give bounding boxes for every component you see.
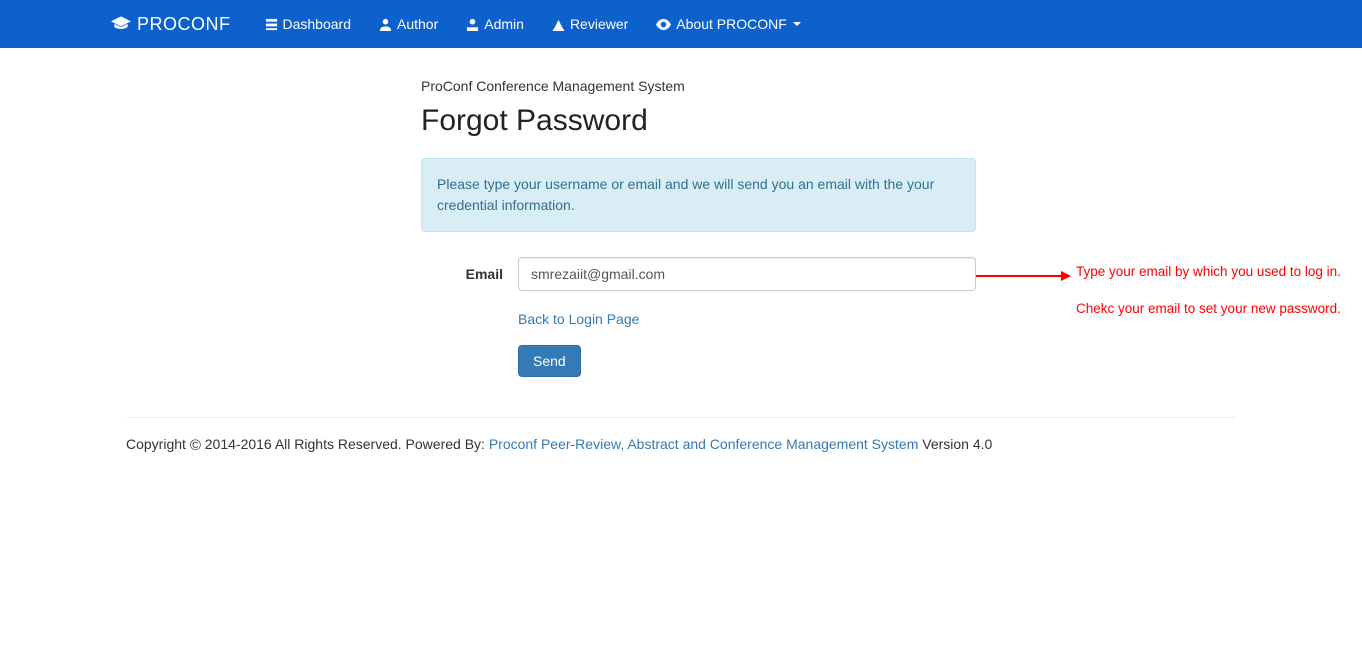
annotation-line-2: Chekc your email to set your new passwor… — [1076, 301, 1341, 316]
nav-label: Dashboard — [283, 16, 352, 32]
email-label: Email — [436, 266, 518, 282]
system-name: ProConf Conference Management System — [421, 78, 976, 94]
nav-item-admin[interactable]: Admin — [452, 0, 538, 48]
nav-item-about[interactable]: About PROCONF — [642, 0, 814, 48]
footer-prefix: Copyright — [126, 436, 190, 452]
page-title: Forgot Password — [421, 104, 976, 138]
nav-item-dashboard[interactable]: Dashboard — [251, 0, 366, 48]
footer-divider — [126, 417, 1236, 418]
nav-label: Admin — [484, 16, 524, 32]
dashboard-icon — [265, 18, 278, 31]
send-button[interactable]: Send — [518, 345, 581, 377]
email-input[interactable] — [518, 257, 976, 291]
footer-suffix: Version 4.0 — [918, 436, 992, 452]
info-alert: Please type your username or email and w… — [421, 158, 976, 232]
navbar: PROCONF Dashboard Author Admin — [0, 0, 1362, 48]
eye-icon — [656, 18, 671, 31]
back-to-login-link[interactable]: Back to Login Page — [518, 311, 639, 327]
brand-text: PROCONF — [137, 14, 231, 35]
brand-link[interactable]: PROCONF — [111, 14, 231, 35]
footer-years: 2014-2016 All Rights Reserved. Powered B… — [201, 436, 489, 452]
admin-icon — [466, 18, 479, 31]
main-container: ProConf Conference Management System For… — [111, 78, 1251, 454]
user-icon — [379, 18, 392, 31]
graduation-cap-icon — [111, 14, 131, 35]
nav-item-reviewer[interactable]: Reviewer — [538, 0, 642, 48]
nav-label: About PROCONF — [676, 16, 786, 32]
footer-link[interactable]: Proconf Peer-Review, Abstract and Confer… — [489, 436, 919, 452]
reviewer-icon — [552, 18, 565, 31]
nav-label: Author — [397, 16, 438, 32]
annotation-group: Type your email by which you used to log… — [1076, 264, 1341, 338]
nav-item-author[interactable]: Author — [365, 0, 452, 48]
chevron-down-icon — [793, 22, 801, 26]
nav-list: Dashboard Author Admin Reviewer — [251, 0, 815, 48]
arrow-icon — [976, 270, 1071, 285]
footer: Copyright © 2014-2016 All Rights Reserve… — [126, 436, 1236, 454]
nav-label: Reviewer — [570, 16, 628, 32]
annotation-line-1: Type your email by which you used to log… — [1076, 264, 1341, 279]
copyright-icon: © — [190, 437, 201, 454]
email-row: Email — [421, 257, 976, 291]
